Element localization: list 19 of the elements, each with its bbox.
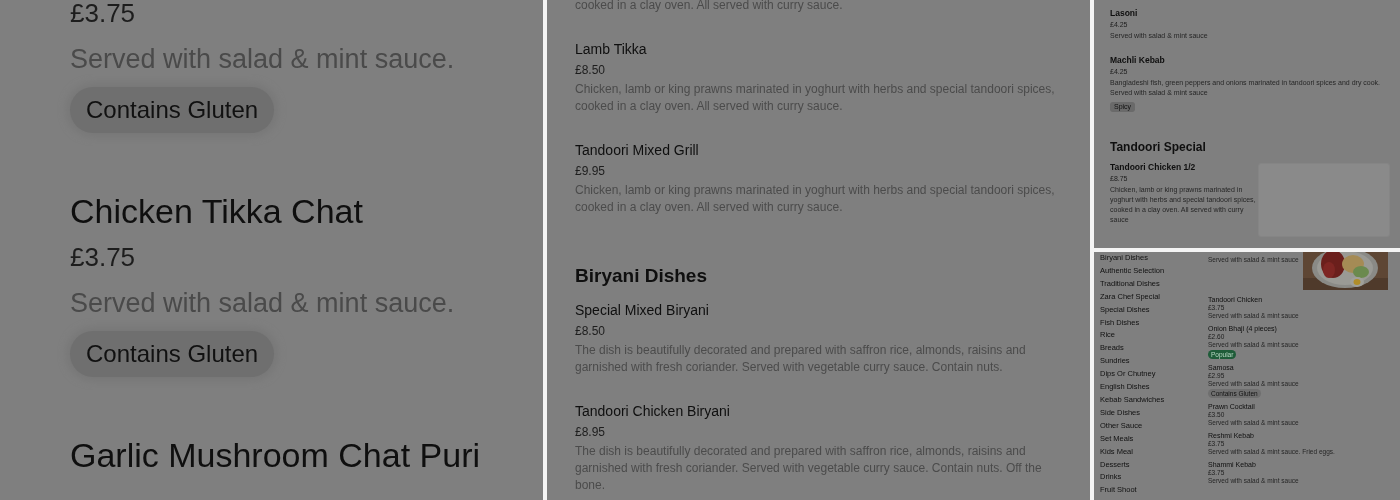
item-price: £3.75: [70, 0, 136, 30]
section-heading: Tandoori Special: [1110, 139, 1207, 155]
item-name: Garlic Mushroom Chat Puri: [70, 437, 480, 473]
item-price: £9.95: [575, 163, 606, 180]
item-name: Tandoori Mixed Grill: [575, 141, 699, 160]
item-price: £8.50: [575, 323, 606, 340]
item-name: Tandoori Chicken Biryani: [575, 402, 730, 421]
item-price: £8.95: [575, 424, 606, 441]
section-heading: Biryani Dishes: [575, 264, 708, 288]
dietary-tag: Contains Gluten: [70, 331, 275, 377]
item-name: Tandoori Chicken 1/2: [1110, 161, 1196, 173]
item-name: Chicken Tikka Chat: [70, 193, 363, 229]
item-name: Special Mixed Biryani: [575, 301, 709, 320]
dietary-tag: Contains Gluten: [70, 87, 275, 133]
item-name: Lamb Tikka: [575, 40, 647, 59]
item-price: £3.75: [70, 241, 136, 274]
item-name: Lasoni: [1110, 7, 1138, 19]
item-name: Machli Kebab: [1110, 54, 1165, 66]
item-price: £8.50: [575, 62, 606, 79]
